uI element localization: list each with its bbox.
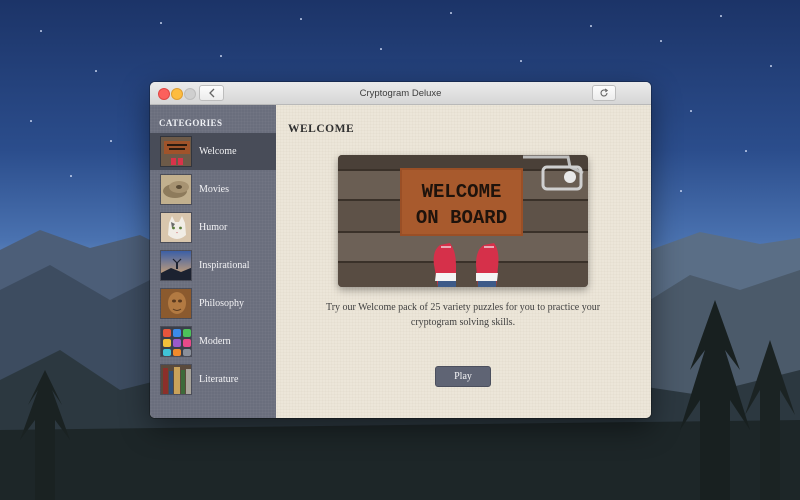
sidebar-item-label: Welcome xyxy=(199,146,237,157)
film-reels-thumbnail xyxy=(160,174,192,205)
play-button[interactable]: Play xyxy=(435,366,491,387)
sidebar-item-philosophy[interactable]: Philosophy xyxy=(150,285,276,322)
zoom-window-button[interactable] xyxy=(184,88,196,100)
sidebar-item-movies[interactable]: Movies xyxy=(150,171,276,208)
welcome-mat-thumbnail xyxy=(160,136,192,167)
sidebar-item-label: Literature xyxy=(199,374,239,385)
sidebar-item-label: Humor xyxy=(199,222,228,233)
sidebar-item-literature[interactable]: Literature xyxy=(150,361,276,398)
window-title: Cryptogram Deluxe xyxy=(359,88,442,99)
minimize-window-button[interactable] xyxy=(171,88,183,100)
mat-text-line2: ON BOARD xyxy=(416,207,507,229)
sidebar-item-inspirational[interactable]: Inspirational xyxy=(150,247,276,284)
content-area: WELCOME WELCOME ON BOARD Try our Welcome… xyxy=(276,105,651,418)
sidebar-item-label: Philosophy xyxy=(199,298,245,309)
sidebar-item-welcome[interactable]: Welcome xyxy=(150,133,276,170)
pack-description: Try our Welcome pack of 25 variety puzzl… xyxy=(325,302,601,328)
sidebar-item-humor[interactable]: Humor xyxy=(150,209,276,246)
cat-thumbnail xyxy=(160,212,192,243)
close-window-button[interactable] xyxy=(158,88,170,100)
stone-statue-thumbnail xyxy=(160,288,192,319)
hero-image-welcome-mat: WELCOME ON BOARD xyxy=(338,155,588,287)
categories-header: CATEGORIES xyxy=(159,118,223,128)
sidebar-item-label: Movies xyxy=(199,184,229,195)
mat-text-line1: WELCOME xyxy=(422,181,502,203)
refresh-button[interactable] xyxy=(592,85,616,101)
categories-sidebar: CATEGORIES Welcome Movies Humor Inspirat… xyxy=(150,105,276,418)
page-title: WELCOME xyxy=(288,123,355,135)
chevron-left-icon xyxy=(208,88,214,98)
sidebar-item-label: Inspirational xyxy=(199,260,250,271)
refresh-icon xyxy=(600,88,609,97)
sidebar-item-label: Modern xyxy=(199,336,231,347)
app-icons-thumbnail xyxy=(160,326,192,357)
app-window: Cryptogram Deluxe CATEGORIES Welcome Mov… xyxy=(150,82,651,418)
books-thumbnail xyxy=(160,364,192,395)
back-button[interactable] xyxy=(199,85,224,101)
sunset-silhouette-thumbnail xyxy=(160,250,192,281)
title-bar: Cryptogram Deluxe xyxy=(150,82,651,418)
sidebar-item-modern[interactable]: Modern xyxy=(150,323,276,360)
